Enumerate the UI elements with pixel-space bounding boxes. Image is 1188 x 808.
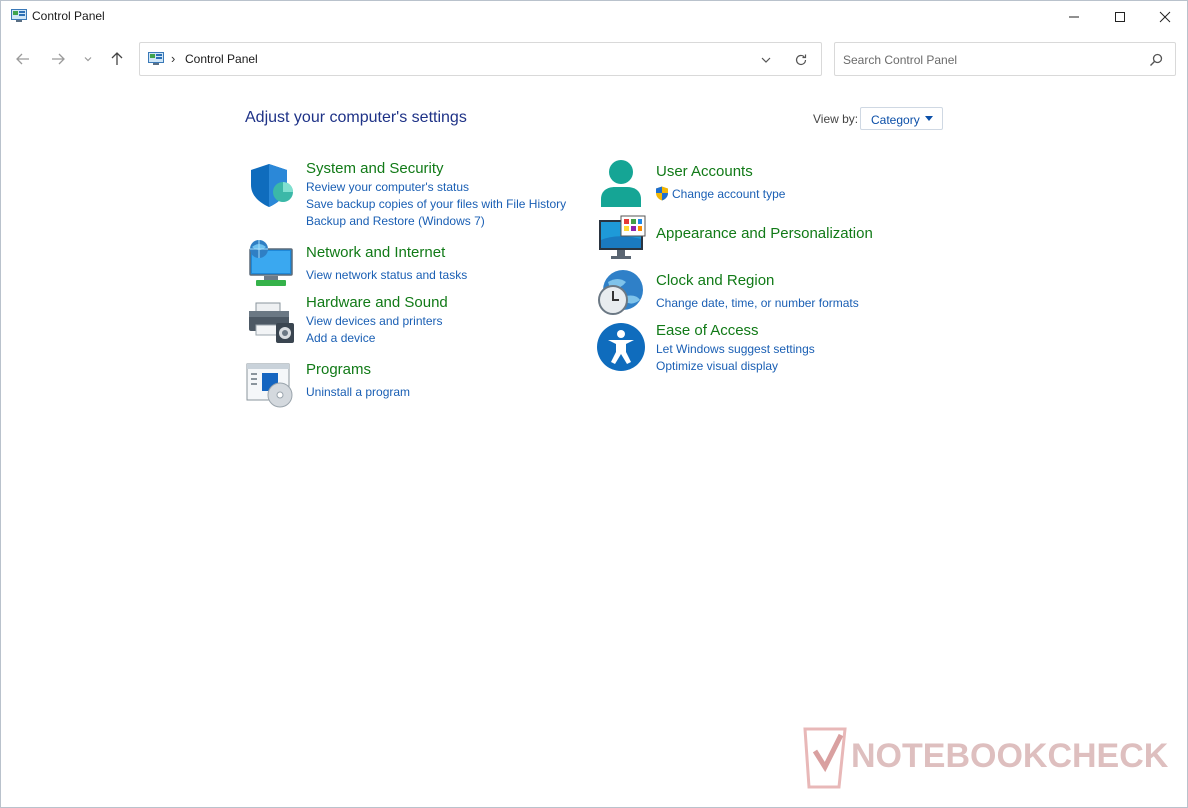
- shield-icon[interactable]: [247, 161, 297, 211]
- forward-button[interactable]: [47, 48, 69, 70]
- chevron-down-icon: [761, 57, 771, 63]
- link-file-history[interactable]: Save backup copies of your files with Fi…: [306, 197, 566, 211]
- address-bar[interactable]: › Control Panel: [139, 42, 822, 76]
- caret-down-icon: [925, 116, 933, 121]
- control-panel-window: Control Panel › Control Panel Search Con…: [0, 0, 1188, 808]
- watermark-text: NOTEBOOKCHECK: [851, 737, 1169, 775]
- address-dropdown-button[interactable]: [757, 52, 775, 68]
- uac-shield-icon: [656, 186, 668, 201]
- link-backup-restore[interactable]: Backup and Restore (Windows 7): [306, 214, 485, 228]
- clock-globe-icon[interactable]: [596, 268, 646, 318]
- link-change-formats[interactable]: Change date, time, or number formats: [656, 296, 859, 310]
- search-input[interactable]: [843, 51, 1143, 69]
- maximize-button[interactable]: [1097, 1, 1143, 33]
- category-appearance-and-personalization[interactable]: Appearance and Personalization: [656, 225, 873, 242]
- close-icon: [1159, 11, 1171, 23]
- refresh-icon: [795, 54, 807, 66]
- notebookcheck-watermark: NOTEBOOKCHECK: [803, 727, 1169, 789]
- link-devices-printers[interactable]: View devices and printers: [306, 314, 443, 328]
- arrow-left-icon: [16, 53, 29, 65]
- chevron-down-icon: [84, 57, 92, 62]
- category-system-and-security[interactable]: System and Security: [306, 160, 444, 177]
- view-by-value: Category: [871, 113, 920, 127]
- arrow-up-icon: [111, 52, 123, 65]
- network-globe-icon[interactable]: [246, 239, 296, 289]
- recent-locations-button[interactable]: [79, 48, 97, 70]
- close-button[interactable]: [1142, 1, 1188, 33]
- title-bar: Control Panel: [1, 1, 1187, 33]
- window-title: Control Panel: [32, 9, 105, 23]
- category-network-and-internet[interactable]: Network and Internet: [306, 244, 445, 261]
- category-clock-and-region[interactable]: Clock and Region: [656, 272, 774, 289]
- monitor-palette-icon[interactable]: [597, 215, 647, 265]
- arrow-right-icon: [52, 53, 65, 65]
- category-hardware-and-sound[interactable]: Hardware and Sound: [306, 294, 448, 311]
- page-title: Adjust your computer's settings: [245, 109, 467, 126]
- category-programs[interactable]: Programs: [306, 361, 371, 378]
- link-add-device[interactable]: Add a device: [306, 331, 375, 345]
- link-change-account-type[interactable]: Change account type: [672, 187, 785, 201]
- breadcrumb[interactable]: Control Panel: [185, 52, 258, 66]
- category-ease-of-access[interactable]: Ease of Access: [656, 322, 759, 339]
- refresh-button[interactable]: [791, 51, 811, 69]
- back-button[interactable]: [12, 48, 34, 70]
- maximize-icon: [1115, 12, 1125, 22]
- control-panel-icon: [148, 52, 164, 65]
- breadcrumb-separator[interactable]: ›: [171, 51, 175, 66]
- minimize-icon: [1069, 16, 1079, 18]
- link-uninstall-program[interactable]: Uninstall a program: [306, 385, 410, 399]
- up-button[interactable]: [106, 48, 128, 70]
- category-user-accounts[interactable]: User Accounts: [656, 163, 753, 180]
- view-by-label: View by:: [813, 112, 859, 126]
- accessibility-icon[interactable]: [596, 322, 646, 372]
- minimize-button[interactable]: [1051, 1, 1097, 33]
- printer-speaker-icon[interactable]: [246, 297, 296, 347]
- view-by-dropdown[interactable]: Category: [860, 107, 943, 130]
- search-box[interactable]: [834, 42, 1176, 76]
- link-review-status[interactable]: Review your computer's status: [306, 180, 469, 194]
- link-network-status[interactable]: View network status and tasks: [306, 268, 467, 282]
- link-suggest-settings[interactable]: Let Windows suggest settings: [656, 342, 815, 356]
- user-icon[interactable]: [597, 159, 647, 209]
- programs-disc-icon[interactable]: [246, 361, 296, 411]
- search-icon[interactable]: [1148, 52, 1164, 68]
- control-panel-icon: [11, 9, 27, 22]
- link-optimize-display[interactable]: Optimize visual display: [656, 359, 778, 373]
